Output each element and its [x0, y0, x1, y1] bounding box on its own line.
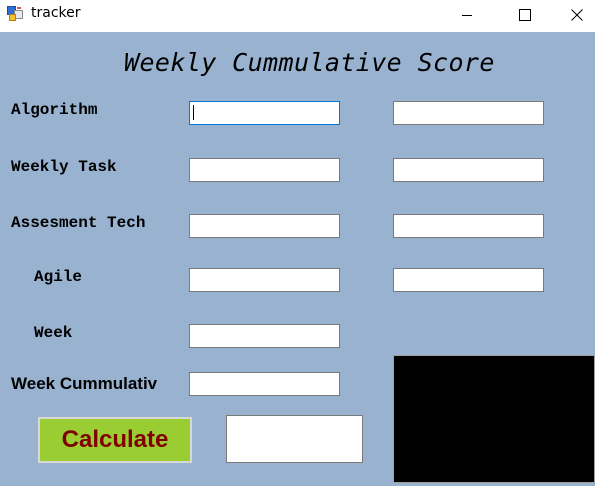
maximize-icon — [519, 9, 531, 21]
form-heading: Weekly Cummulative Score — [124, 48, 495, 77]
text-caret — [193, 105, 194, 120]
week-input[interactable] — [189, 324, 340, 348]
minimize-icon — [462, 15, 472, 16]
agile-input-1[interactable] — [189, 268, 340, 292]
output-panel — [393, 355, 595, 483]
agile-label: Agile — [34, 268, 83, 286]
weekly-task-input-2[interactable] — [393, 158, 544, 182]
window-title: tracker — [31, 5, 81, 21]
app-window-icon — [7, 6, 23, 21]
weekly-task-input-1[interactable] — [189, 158, 340, 182]
assesment-tech-input-1[interactable] — [189, 214, 340, 238]
week-label: Week — [34, 324, 73, 342]
assesment-tech-input-2[interactable] — [393, 214, 544, 238]
algorithm-input-2[interactable] — [393, 101, 544, 125]
algorithm-label: Algorithm — [11, 101, 98, 119]
close-icon — [571, 9, 583, 21]
result-textbox[interactable] — [226, 415, 363, 463]
algorithm-input-1[interactable] — [189, 101, 340, 125]
weekly-task-label: Weekly Task — [11, 158, 117, 176]
title-bar[interactable]: tracker — [0, 0, 595, 30]
minimize-button[interactable] — [444, 0, 490, 30]
assesment-tech-label: Assesment Tech — [11, 214, 146, 232]
agile-input-2[interactable] — [393, 268, 544, 292]
week-cumulative-label: Week Cummulativ — [11, 374, 158, 393]
maximize-button[interactable] — [502, 0, 548, 30]
calculate-button[interactable]: Calculate — [38, 417, 192, 463]
close-button[interactable] — [559, 0, 595, 30]
app-window: tracker Weekly Cummulative Score Algorit… — [0, 0, 595, 486]
week-cumulative-input[interactable] — [189, 372, 340, 396]
